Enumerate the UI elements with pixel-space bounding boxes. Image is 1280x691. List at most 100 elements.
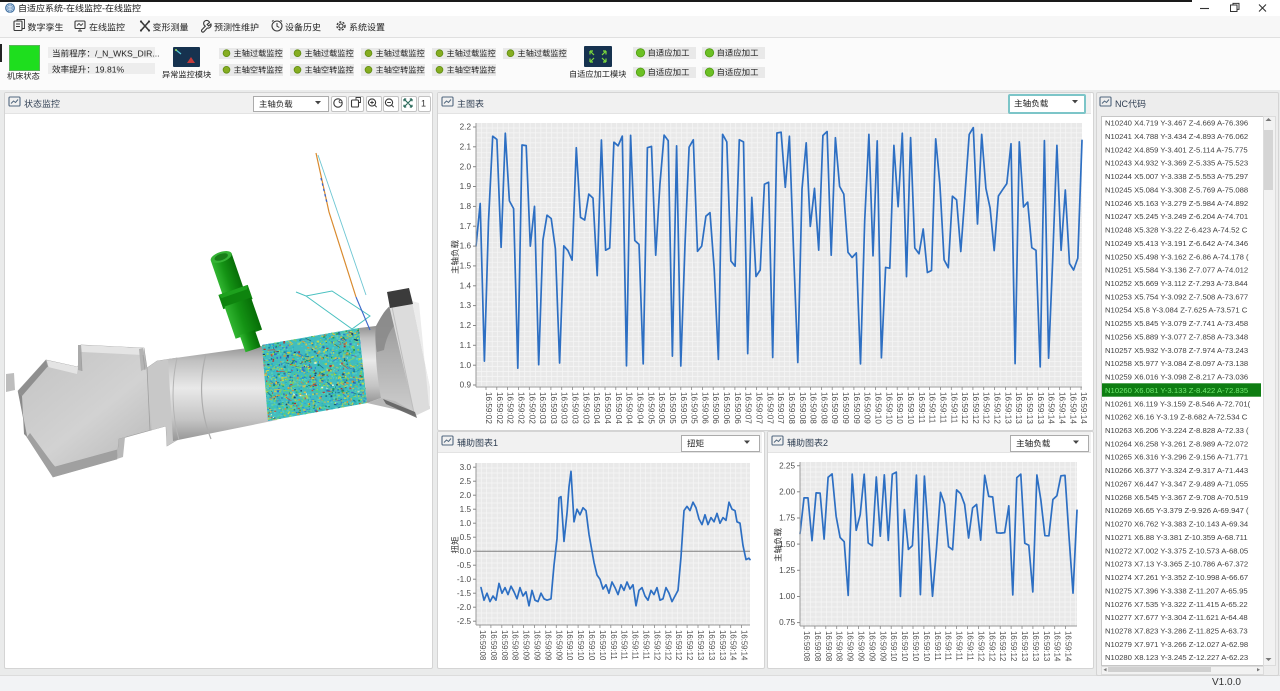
svg-text:16:59:12: 16:59:12 <box>998 631 1007 661</box>
svg-text:1.3: 1.3 <box>460 301 472 310</box>
svg-text:N10264 X6.258 Y-3.261 Z-8.989: N10264 X6.258 Y-3.261 Z-8.989 A-72.072 <box>1105 439 1248 448</box>
svg-text:-0.5: -0.5 <box>457 561 472 570</box>
svg-text:2.2: 2.2 <box>460 123 472 132</box>
svg-text:N10271 X6.88 Y-3.381 Z-10.359: N10271 X6.88 Y-3.381 Z-10.359 A-68.711 <box>1105 533 1248 542</box>
svg-text:N10277 X7.677 Y-3.304 Z-11.621: N10277 X7.677 Y-3.304 Z-11.621 A-64.48 <box>1105 613 1248 622</box>
svg-text:16:59:10: 16:59:10 <box>587 630 596 661</box>
svg-text:2.00: 2.00 <box>779 487 795 496</box>
svg-text:-: - <box>102 4 105 14</box>
svg-text:-: - <box>63 4 66 14</box>
svg-text:N10259 X6.016 Y-3.098 Z-8.217: N10259 X6.016 Y-3.098 Z-8.217 A-73.036 <box>1105 373 1248 382</box>
svg-text:16:59:11: 16:59:11 <box>620 630 629 660</box>
svg-text:N10243 X4.932 Y-3.369 Z-5.335: N10243 X4.932 Y-3.369 Z-5.335 A-75.523 <box>1105 159 1248 168</box>
svg-text:16:59:04: 16:59:04 <box>625 392 634 424</box>
svg-text:16:59:14: 16:59:14 <box>740 630 749 661</box>
svg-text:1: 1 <box>421 99 426 109</box>
svg-text:2.25: 2.25 <box>779 461 795 470</box>
svg-text:16:59:13: 16:59:13 <box>707 630 716 660</box>
svg-text:N10240 X4.719 Y-3.467 Z-4.669: N10240 X4.719 Y-3.467 Z-4.669 A-76.396 <box>1105 119 1248 128</box>
svg-text:16:59:09: 16:59:09 <box>841 392 850 424</box>
svg-text:16:59:09: 16:59:09 <box>554 630 563 660</box>
svg-text:1.25: 1.25 <box>779 566 795 575</box>
svg-text:1.50: 1.50 <box>779 540 795 549</box>
svg-text:16:59:14: 16:59:14 <box>1053 631 1062 662</box>
svg-text:N10254 X5.8 Y-3.084 Z-7.625 A-: N10254 X5.8 Y-3.084 Z-7.625 A-73.571 C <box>1105 306 1248 315</box>
svg-text:16:59:09: 16:59:09 <box>543 630 552 660</box>
svg-text:1.0: 1.0 <box>460 519 472 528</box>
svg-text:16:59:08: 16:59:08 <box>809 392 818 424</box>
svg-text:16:59:10: 16:59:10 <box>900 631 909 662</box>
svg-text:16:59:11: 16:59:11 <box>966 631 975 661</box>
svg-text:3.0: 3.0 <box>460 463 472 472</box>
svg-text:16:59:10: 16:59:10 <box>874 392 883 424</box>
svg-text:16:59:13: 16:59:13 <box>1020 631 1029 661</box>
svg-text:N10245 X5.084 Y-3.308 Z-5.769: N10245 X5.084 Y-3.308 Z-5.769 A-75.088 <box>1105 185 1248 194</box>
svg-text:N10251 X5.584 Y-3.136 Z-7.077: N10251 X5.584 Y-3.136 Z-7.077 A-74.012 <box>1105 266 1248 275</box>
svg-text:16:59:05: 16:59:05 <box>690 392 699 424</box>
svg-text:16:59:10: 16:59:10 <box>895 392 904 424</box>
svg-text:16:59:07: 16:59:07 <box>776 392 785 424</box>
svg-text:16:59:12: 16:59:12 <box>993 392 1002 424</box>
svg-text:16:59:04: 16:59:04 <box>603 392 612 424</box>
svg-text:1.7: 1.7 <box>460 222 472 231</box>
svg-text:N10268 X6.545 Y-3.367 Z-9.708: N10268 X6.545 Y-3.367 Z-9.708 A-70.519 <box>1105 493 1248 502</box>
svg-text:0.5: 0.5 <box>460 533 472 542</box>
svg-text:1.2: 1.2 <box>460 321 472 330</box>
svg-text:16:59:03: 16:59:03 <box>571 392 580 424</box>
svg-text:16:59:09: 16:59:09 <box>852 392 861 424</box>
svg-text:16:59:13: 16:59:13 <box>696 630 705 660</box>
svg-text:1.8: 1.8 <box>460 202 472 211</box>
svg-text:N10261 X6.119 Y-3.159 Z-8.546: N10261 X6.119 Y-3.159 Z-8.546 A-72.701( <box>1105 399 1251 408</box>
svg-text:-2.5: -2.5 <box>457 617 472 626</box>
svg-text:16:59:09: 16:59:09 <box>863 392 872 424</box>
svg-text:N10249 X5.413 Y-3.191 Z-6.642: N10249 X5.413 Y-3.191 Z-6.642 A-74.346 <box>1105 239 1248 248</box>
svg-text:16:59:06: 16:59:06 <box>722 392 731 424</box>
svg-text:N10265 X6.316 Y-3.296 Z-9.156: N10265 X6.316 Y-3.296 Z-9.156 A-71.771 <box>1105 453 1248 462</box>
svg-text:16:59:10: 16:59:10 <box>906 392 915 424</box>
svg-text:16:59:11: 16:59:11 <box>949 392 958 424</box>
svg-text:NC: NC <box>1115 99 1128 109</box>
svg-text:16:59:11: 16:59:11 <box>609 630 618 660</box>
svg-text:-1.5: -1.5 <box>457 589 472 598</box>
svg-text:16:59:10: 16:59:10 <box>884 392 893 424</box>
svg-text:16:59:12: 16:59:12 <box>674 630 683 660</box>
svg-text:N10258 X5.977 Y-3.084 Z-8.097: N10258 X5.977 Y-3.084 Z-8.097 A-73.138 <box>1105 359 1248 368</box>
svg-text:N10274 X7.261 Y-3.352 Z-10.998: N10274 X7.261 Y-3.352 Z-10.998 A-66.67 <box>1105 573 1248 582</box>
svg-text:16:59:07: 16:59:07 <box>755 392 764 424</box>
svg-text:16:59:02: 16:59:02 <box>484 392 493 424</box>
svg-text:16:59:03: 16:59:03 <box>538 392 547 424</box>
svg-text:2.1: 2.1 <box>460 142 472 151</box>
svg-text:16:59:11: 16:59:11 <box>917 392 926 424</box>
svg-text:16:59:12: 16:59:12 <box>960 392 969 424</box>
svg-text:16:59:10: 16:59:10 <box>598 630 607 661</box>
svg-text:N10270 X6.762 Y-3.383 Z-10.143: N10270 X6.762 Y-3.383 Z-10.143 A-69.34 <box>1105 520 1249 529</box>
svg-text:16:59:05: 16:59:05 <box>657 392 666 424</box>
svg-text:N10260 X6.081 Y-3.133 Z-8.422: N10260 X6.081 Y-3.133 Z-8.422 A-72.835 <box>1105 386 1248 395</box>
svg-text:16:59:11: 16:59:11 <box>928 392 937 424</box>
svg-text:16:59:10: 16:59:10 <box>911 631 920 662</box>
svg-text:16:59:08: 16:59:08 <box>798 392 807 424</box>
svg-text:N10248 X5.328 Y-3.22 Z-6.423 A: N10248 X5.328 Y-3.22 Z-6.423 A-74.52 C <box>1105 226 1248 235</box>
svg-text:16:59:03: 16:59:03 <box>560 392 569 424</box>
svg-text:16:59:03: 16:59:03 <box>581 392 590 424</box>
svg-text:16:59:04: 16:59:04 <box>592 392 601 424</box>
svg-text:16:59:11: 16:59:11 <box>938 392 947 424</box>
svg-text:16:59:08: 16:59:08 <box>819 392 828 424</box>
svg-text:1.00: 1.00 <box>779 592 795 601</box>
svg-text:16:59:09: 16:59:09 <box>878 631 887 661</box>
svg-text:N10273 X7.13 Y-3.365 Z-10.786: N10273 X7.13 Y-3.365 Z-10.786 A-67.372 <box>1105 560 1248 569</box>
svg-text:16:59:13: 16:59:13 <box>1036 392 1045 424</box>
svg-text:16:59:03: 16:59:03 <box>549 392 558 424</box>
svg-text:16:59:02: 16:59:02 <box>517 392 526 424</box>
svg-text:16:59:09: 16:59:09 <box>533 630 542 660</box>
svg-text:N10255 X5.845 Y-3.079 Z-7.741: N10255 X5.845 Y-3.079 Z-7.741 A-73.458 <box>1105 319 1248 328</box>
svg-text:N10250 X5.498 Y-3.162 Z-6.86 A: N10250 X5.498 Y-3.162 Z-6.86 A-74.178 ( <box>1105 252 1249 261</box>
svg-text:-2.0: -2.0 <box>457 603 472 612</box>
svg-text:N10267 X6.447 Y-3.347 Z-9.489: N10267 X6.447 Y-3.347 Z-9.489 A-71.055 <box>1105 480 1248 489</box>
svg-text:16:59:08: 16:59:08 <box>835 631 844 661</box>
svg-text:16:59:12: 16:59:12 <box>971 392 980 424</box>
svg-text:16:59:09: 16:59:09 <box>522 630 531 660</box>
svg-text:0.0: 0.0 <box>460 547 472 556</box>
svg-text:N10252 X5.669 Y-3.112 Z-7.293: N10252 X5.669 Y-3.112 Z-7.293 A-73.844 <box>1105 279 1248 288</box>
svg-text:16:59:08: 16:59:08 <box>802 631 811 661</box>
